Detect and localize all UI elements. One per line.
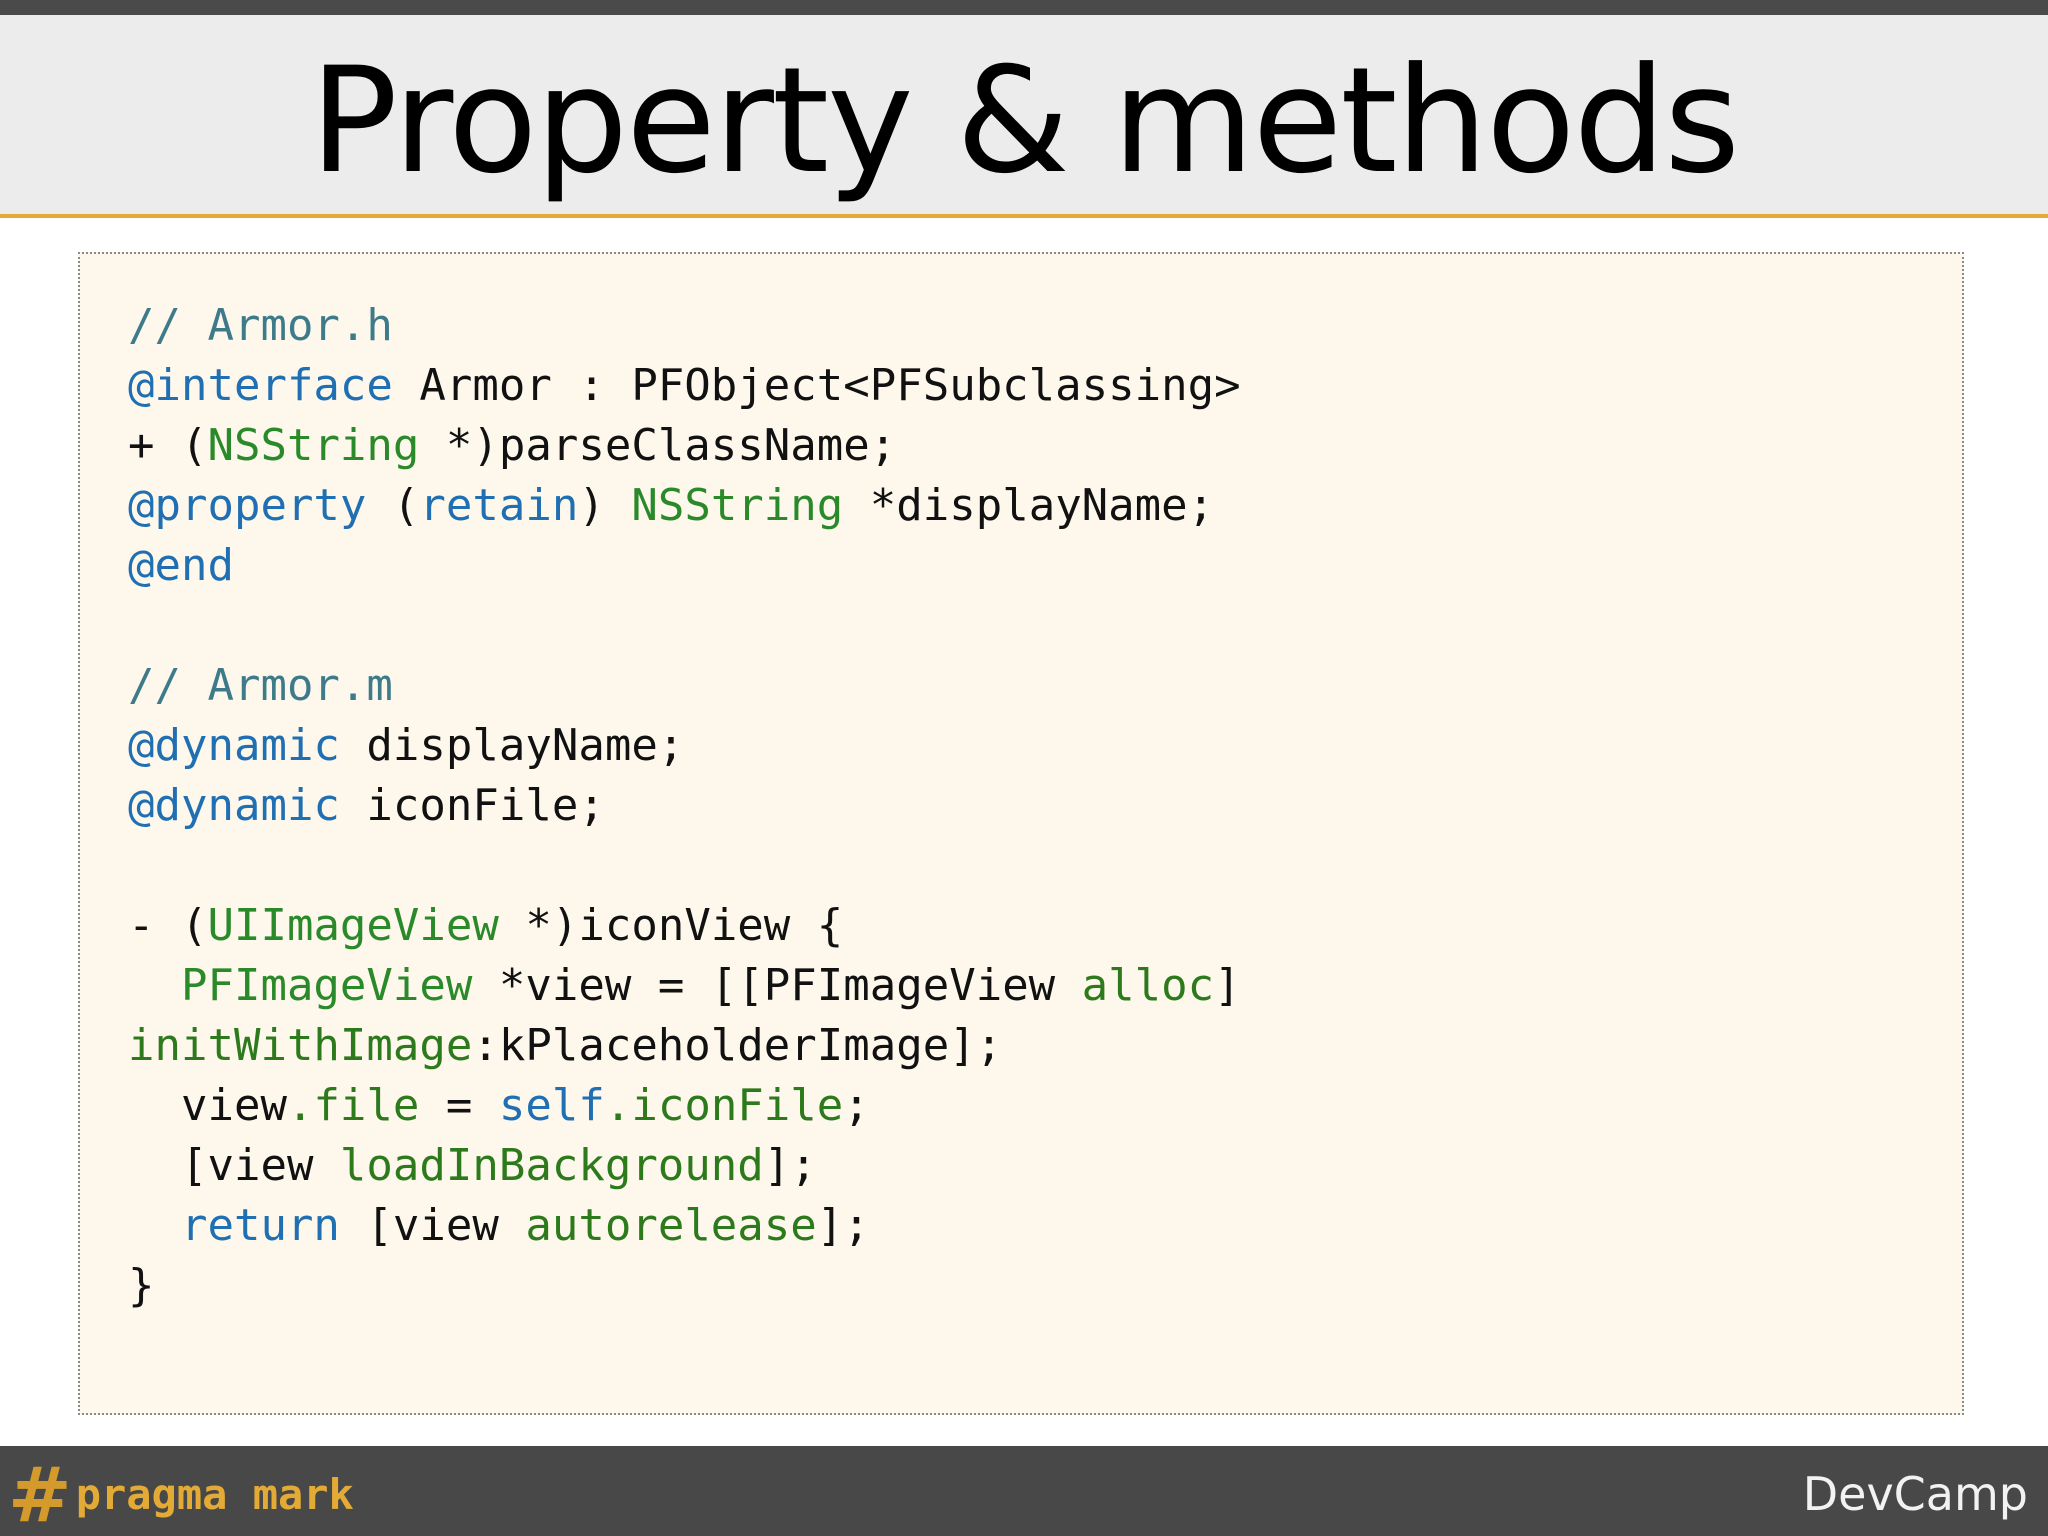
code-token-plain: view [128,1080,287,1131]
code-token-method: loadInBackground [339,1140,764,1191]
code-token-plain: [view [128,1140,340,1191]
code-token-keyword: @dynamic [128,720,340,771]
code-token-plain: *)iconView { [498,900,844,951]
code-token-plain: ]; [816,1200,870,1251]
code-token-comment: // Armor.h [128,300,393,351]
code-block: // Armor.h @interface Armor : PFObject<PF… [78,252,1964,1415]
top-strip [0,0,2048,15]
code-token-method: .file [286,1080,420,1131]
code-line: initWithImage:kPlaceholderImage]; [128,1016,1241,1076]
code-line: @property (retain) NSString *displayName… [128,476,1241,536]
code-token-plain: ) [578,480,632,531]
slide-title: Property & methods [309,36,1740,206]
brand-label: DevCamp [1802,1467,2028,1521]
code-line: - (UIImageView *)iconView { [128,896,1241,956]
code-token-plain: ( [366,480,420,531]
code-token-method: autorelease [525,1200,817,1251]
slide: Property & methods // Armor.h @interface … [0,0,2048,1536]
code-token-method: alloc [1081,960,1215,1011]
footer-bar: # pragma mark DevCamp [0,1446,2048,1536]
code-token-plain: *view = [[PFImageView [472,960,1082,1011]
pragma-mark-logo: # pragma mark [8,1450,354,1536]
code-line: } [128,1256,1241,1316]
code-token-keyword: self [498,1080,605,1131]
code-token-keyword: @property [128,480,367,531]
code-token-comment: // Armor.m [128,660,393,711]
code-token-keyword: return [180,1200,340,1251]
code-token-plain: [view [339,1200,526,1251]
code-line: // Armor.m [128,656,1241,716]
code-line: view.file = self.iconFile; [128,1076,1241,1136]
code-token-plain: *)parseClassName; [419,420,897,471]
code-line: @dynamic iconFile; [128,776,1241,836]
code-line: @dynamic displayName; [128,716,1241,776]
code-token-plain: *displayName; [843,480,1215,531]
code-token-plain: = [419,1080,499,1131]
hash-icon: # [8,1450,72,1536]
code-line: @end [128,536,1241,596]
code-token-keyword: @end [128,540,234,591]
code-token-plain: ] [1214,960,1241,1011]
code-line: return [view autorelease]; [128,1196,1241,1256]
code-token-plain: ]; [763,1140,817,1191]
title-divider [0,214,2048,218]
code-token-plain: - ( [128,900,208,951]
code-token-plain: iconFile; [339,780,605,831]
code-token-plain: displayName; [339,720,685,771]
code-line: @interface Armor : PFObject<PFSubclassin… [128,356,1241,416]
code-token-method: initWithImage [128,1020,473,1071]
code-listing: // Armor.h @interface Armor : PFObject<PF… [128,296,1241,1316]
code-line: [view loadInBackground]; [128,1136,1241,1196]
code-token-plain: :kPlaceholderImage]; [472,1020,1003,1071]
code-token-plain: + ( [128,420,208,471]
logo-text: pragma mark [75,1470,354,1519]
code-token-type: PFImageView [180,960,473,1011]
code-token-type: NSString [207,420,420,471]
code-token-plain: Armor : PFObject<PFSubclassing> [392,360,1241,411]
code-token-type: NSString [631,480,844,531]
code-token-keyword: @dynamic [128,780,340,831]
code-line: PFImageView *view = [[PFImageView alloc] [128,956,1241,1016]
code-token-plain: } [128,1260,155,1311]
code-token-plain: ; [843,1080,870,1131]
code-line: + (NSString *)parseClassName; [128,416,1241,476]
code-token-type: UIImageView [207,900,499,951]
code-token-method: .iconFile [604,1080,844,1131]
code-token-keyword: @interface [128,360,393,411]
code-token-keyword: retain [419,480,579,531]
code-line: // Armor.h [128,296,1241,356]
